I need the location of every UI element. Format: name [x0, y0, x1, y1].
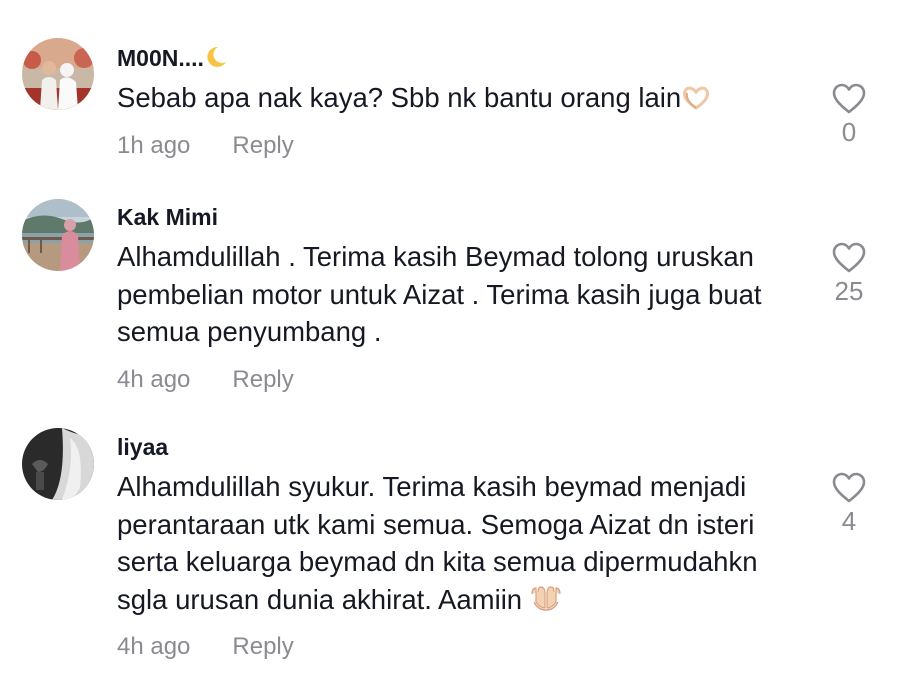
- reply-button[interactable]: Reply: [232, 132, 293, 159]
- heart-outline-icon: [832, 83, 866, 114]
- comment-text: Alhamdulillah . Terima kasih Beymad tolo…: [117, 241, 762, 347]
- heart-hands-icon: [681, 82, 711, 113]
- comment-text: Alhamdulillah syukur. Terima kasih beyma…: [117, 471, 758, 615]
- avatar[interactable]: [22, 199, 94, 271]
- palms-up-together-icon: [530, 584, 562, 615]
- like-button[interactable]: 25: [826, 242, 872, 306]
- heart-outline-icon: [832, 472, 866, 503]
- comment-timestamp: 1h ago: [117, 131, 191, 159]
- crescent-moon-icon: [204, 45, 228, 71]
- comment-username[interactable]: liyaa: [117, 432, 807, 462]
- comment-meta: 4h ago Reply: [117, 632, 807, 662]
- username-text[interactable]: M00N....: [117, 45, 204, 71]
- avatar[interactable]: [22, 38, 94, 110]
- comment-username[interactable]: M00N....: [117, 43, 807, 73]
- like-count: 4: [841, 506, 857, 536]
- like-button[interactable]: 4: [826, 472, 872, 536]
- like-count: 25: [834, 276, 864, 306]
- like-count: 0: [841, 117, 857, 147]
- comment-timestamp: 4h ago: [117, 633, 191, 660]
- avatar-image: [22, 428, 94, 500]
- heart-outline-icon: [832, 242, 866, 273]
- comment-timestamp: 4h ago: [117, 365, 191, 393]
- like-button[interactable]: 0: [826, 83, 872, 147]
- avatar-image: [22, 199, 94, 271]
- reply-button[interactable]: Reply: [232, 633, 293, 660]
- comment-meta: 1h ago Reply: [117, 131, 807, 161]
- reply-button[interactable]: Reply: [232, 366, 293, 393]
- comment-meta: 4h ago Reply: [117, 365, 807, 395]
- avatar-image: [22, 38, 94, 110]
- comment-username[interactable]: Kak Mimi: [117, 202, 807, 232]
- avatar[interactable]: [22, 428, 94, 500]
- comment-text: Sebab apa nak kaya? Sbb nk bantu orang l…: [117, 79, 807, 117]
